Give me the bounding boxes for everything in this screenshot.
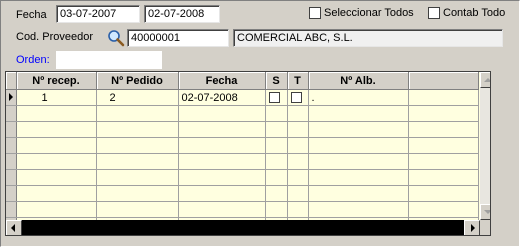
grid-header-fecha[interactable]: Fecha <box>178 72 266 90</box>
t-checkbox[interactable] <box>290 92 302 104</box>
fecha-hasta-input[interactable]: 02-07-2008 <box>144 5 220 23</box>
seleccionar-todos-checkbox[interactable] <box>309 7 321 19</box>
cell-extra <box>408 89 479 106</box>
row-pointer-icon <box>6 89 17 106</box>
horizontal-scroll-thumb[interactable] <box>22 220 465 235</box>
table-row[interactable] <box>6 121 479 138</box>
table-row[interactable]: 1 2 02-07-2008 . <box>6 89 479 106</box>
fecha-desde-input[interactable]: 03-07-2007 <box>56 5 140 23</box>
orden-label: Orden: <box>16 54 50 66</box>
table-row[interactable] <box>6 201 479 218</box>
grid-header-alb[interactable]: Nº Alb. <box>308 72 409 90</box>
scroll-left-button[interactable] <box>6 220 22 235</box>
table-row[interactable] <box>6 169 479 186</box>
cod-proveedor-input[interactable]: 40000001 <box>127 29 229 47</box>
grid-header-row: Nº recep. Nº Pedido Fecha S T Nº Alb. <box>6 72 479 90</box>
fecha-label: Fecha <box>16 9 47 21</box>
s-checkbox[interactable] <box>268 92 280 104</box>
cell-recep[interactable]: 1 <box>16 89 97 106</box>
table-row[interactable] <box>6 153 479 170</box>
search-icon[interactable] <box>107 29 125 47</box>
scroll-right-button[interactable] <box>464 220 480 235</box>
proveedor-nombre-field: COMERCIAL ABC, S.L. <box>233 29 503 47</box>
table-row[interactable] <box>6 105 479 122</box>
contab-todo-checkbox[interactable] <box>428 7 440 19</box>
cell-pedido[interactable]: 2 <box>96 89 179 106</box>
vertical-scrollbar[interactable] <box>480 72 490 220</box>
scroll-up-button[interactable] <box>480 72 490 88</box>
recepciones-grid[interactable]: Nº recep. Nº Pedido Fecha S T Nº Alb. 1 … <box>5 71 491 236</box>
seleccionar-todos-label: Seleccionar Todos <box>324 7 414 19</box>
grid-header-indicator <box>6 72 17 90</box>
orden-input[interactable] <box>56 51 162 69</box>
cell-alb[interactable]: . <box>308 89 409 106</box>
grid-header-pedido[interactable]: Nº Pedido <box>96 72 179 90</box>
grid-header-s[interactable]: S <box>265 72 288 90</box>
contab-todo-label: Contab Todo <box>443 7 506 19</box>
cell-s[interactable] <box>265 89 288 106</box>
table-row[interactable] <box>6 137 479 154</box>
cell-t[interactable] <box>287 89 309 106</box>
cod-proveedor-label: Cod. Proveedor <box>16 31 94 43</box>
grid-header-extra <box>408 72 479 90</box>
cell-fecha[interactable]: 02-07-2008 <box>178 89 266 106</box>
grid-table: Nº recep. Nº Pedido Fecha S T Nº Alb. 1 … <box>6 72 479 234</box>
scroll-down-button[interactable] <box>480 204 490 220</box>
scroll-corner <box>480 220 490 235</box>
table-row[interactable] <box>6 185 479 202</box>
grid-header-t[interactable]: T <box>287 72 309 90</box>
grid-header-recep[interactable]: Nº recep. <box>16 72 97 90</box>
horizontal-scrollbar[interactable] <box>6 220 480 235</box>
